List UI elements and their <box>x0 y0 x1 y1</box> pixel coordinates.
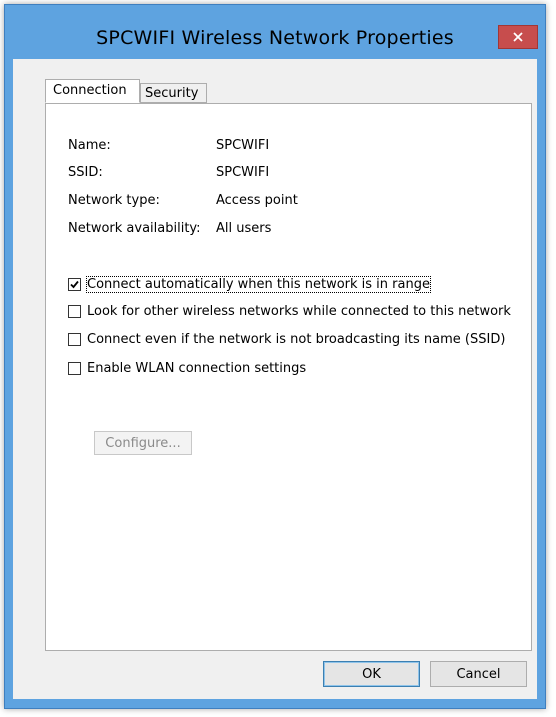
network-availability-label: Network availability: <box>68 221 201 236</box>
network-type-label: Network type: <box>68 193 160 208</box>
tab-connection[interactable]: Connection <box>45 79 140 103</box>
window-title: SPCWIFI Wireless Network Properties <box>96 27 454 49</box>
look-for-other-networks-option[interactable]: Look for other wireless networks while c… <box>68 302 511 320</box>
configure-button[interactable]: Configure... <box>94 431 192 455</box>
cancel-button[interactable]: Cancel <box>430 661 527 687</box>
connect-automatically-option[interactable]: Connect automatically when this network … <box>68 275 431 293</box>
title-bar[interactable]: SPCWIFI Wireless Network Properties <box>5 5 545 49</box>
connection-tab-panel: Name: SPCWIFI SSID: SPCWIFI Network type… <box>45 103 532 651</box>
tab-connection-label: Connection <box>53 83 127 98</box>
close-icon <box>513 32 523 42</box>
checkmark-icon <box>70 280 79 288</box>
name-label: Name: <box>68 138 111 153</box>
connect-hidden-network-label[interactable]: Connect even if the network is not broad… <box>87 332 505 347</box>
tab-security[interactable]: Security <box>140 83 207 103</box>
connect-hidden-network-checkbox[interactable] <box>68 332 81 346</box>
ok-button[interactable]: OK <box>323 661 420 687</box>
ssid-value: SPCWIFI <box>216 165 270 180</box>
name-value: SPCWIFI <box>216 138 270 153</box>
connect-automatically-label[interactable]: Connect automatically when this network … <box>86 275 431 293</box>
dialog-client-area: Connection Security Name: SPCWIFI SSID: … <box>13 59 537 699</box>
enable-wlan-settings-checkbox[interactable] <box>68 361 81 375</box>
look-for-other-networks-label[interactable]: Look for other wireless networks while c… <box>87 304 511 319</box>
properties-window: SPCWIFI Wireless Network Properties Conn… <box>4 4 546 709</box>
look-for-other-networks-checkbox[interactable] <box>68 304 81 318</box>
enable-wlan-settings-option[interactable]: Enable WLAN connection settings <box>68 359 306 377</box>
tab-security-label: Security <box>145 86 199 101</box>
enable-wlan-settings-label[interactable]: Enable WLAN connection settings <box>87 361 306 376</box>
network-availability-value: All users <box>216 221 272 236</box>
connect-automatically-checkbox[interactable] <box>68 277 81 291</box>
ssid-label: SSID: <box>68 165 103 180</box>
connect-hidden-network-option[interactable]: Connect even if the network is not broad… <box>68 330 505 348</box>
network-type-value: Access point <box>216 193 298 208</box>
close-button[interactable] <box>498 25 538 49</box>
